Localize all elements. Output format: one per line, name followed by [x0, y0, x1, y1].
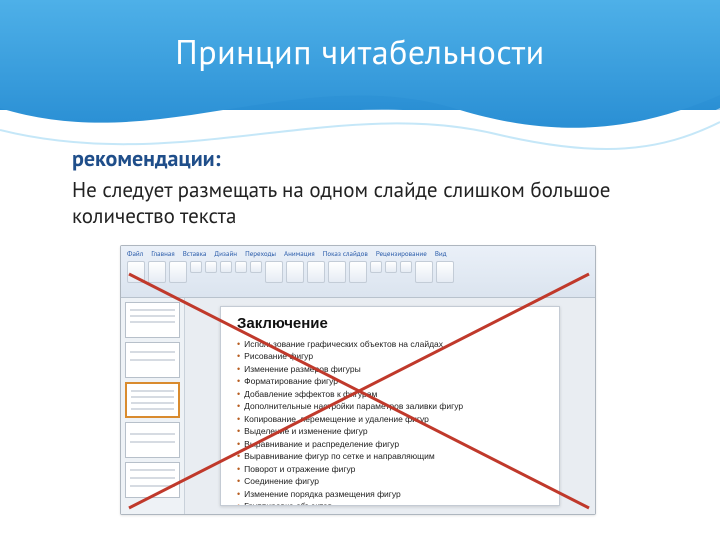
list-item: Выравнивание фигур по сетке и направляющ… [237, 450, 547, 462]
slide-thumb [125, 422, 180, 458]
list-item: Выравнивание и распределение фигур [237, 438, 547, 450]
ribbon-tab: Рецензирование [376, 249, 427, 258]
content-area: рекомендации: Не следует размещать на од… [72, 145, 660, 230]
ribbon-button [400, 261, 412, 273]
list-item: Рисование фигур [237, 350, 547, 362]
ribbon-tab: Вставка [183, 249, 207, 258]
example-slide: Заключение Использование графических объ… [220, 306, 560, 506]
ribbon-button [169, 261, 187, 283]
ribbon-tab: Дизайн [214, 249, 237, 258]
thumbnail-panel [121, 298, 185, 514]
ribbon-button [220, 261, 232, 273]
list-item: Дополнительные настройки параметров зали… [237, 400, 547, 412]
recommendations-text: Не следует размещать на одном слайде сли… [72, 177, 660, 230]
slide-thumb-selected [125, 382, 180, 418]
ribbon-tab: Показ слайдов [323, 249, 368, 258]
ribbon-button [328, 261, 346, 283]
list-item: Группировка объектов [237, 500, 547, 506]
ribbon-tab: Вид [435, 249, 447, 258]
example-slide-title: Заключение [237, 315, 547, 332]
ribbon-buttons [127, 261, 589, 283]
ribbon-button [250, 261, 262, 273]
ribbon-tab: Главная [151, 249, 174, 258]
ribbon-button [235, 261, 247, 273]
slide-thumb [125, 342, 180, 378]
ribbon-button [265, 261, 283, 283]
list-item: Форматирование фигур [237, 375, 547, 387]
ribbon-button [148, 261, 166, 283]
slide-thumb [125, 302, 180, 338]
slide-thumb [125, 462, 180, 498]
ribbon-button [190, 261, 202, 273]
recommendations-label: рекомендации: [72, 145, 660, 173]
ribbon-tabs: Файл Главная Вставка Дизайн Переходы Ани… [127, 249, 589, 258]
ribbon-button [415, 261, 433, 283]
ribbon-tab: Анимация [284, 249, 315, 258]
list-item: Поворот и отражение фигур [237, 463, 547, 475]
ribbon-button [205, 261, 217, 273]
ribbon-tab: Переходы [245, 249, 276, 258]
ribbon-button [307, 261, 325, 283]
list-item: Соединение фигур [237, 475, 547, 487]
ribbon-button [349, 261, 367, 283]
list-item: Изменение порядка размещения фигур [237, 488, 547, 500]
ribbon-button [127, 261, 145, 283]
workspace: Заключение Использование графических объ… [121, 298, 595, 514]
ribbon-tab: Файл [127, 249, 143, 258]
ribbon-button [286, 261, 304, 283]
list-item: Выделение и изменение фигур [237, 425, 547, 437]
list-item: Изменение размеров фигуры [237, 363, 547, 375]
ribbon-button [385, 261, 397, 273]
list-item: Использование графических объектов на сл… [237, 338, 547, 350]
list-item: Копирование, перемещение и удаление фигу… [237, 413, 547, 425]
slide-editor: Заключение Использование графических объ… [185, 298, 595, 514]
powerpoint-screenshot: Файл Главная Вставка Дизайн Переходы Ани… [120, 245, 596, 515]
slide-title: Принцип читабельности [0, 30, 720, 74]
list-item: Добавление эффектов к фигурам [237, 388, 547, 400]
ribbon: Файл Главная Вставка Дизайн Переходы Ани… [121, 246, 595, 298]
example-slide-list: Использование графических объектов на сл… [237, 338, 547, 506]
ribbon-button [436, 261, 454, 283]
ribbon-button [370, 261, 382, 273]
